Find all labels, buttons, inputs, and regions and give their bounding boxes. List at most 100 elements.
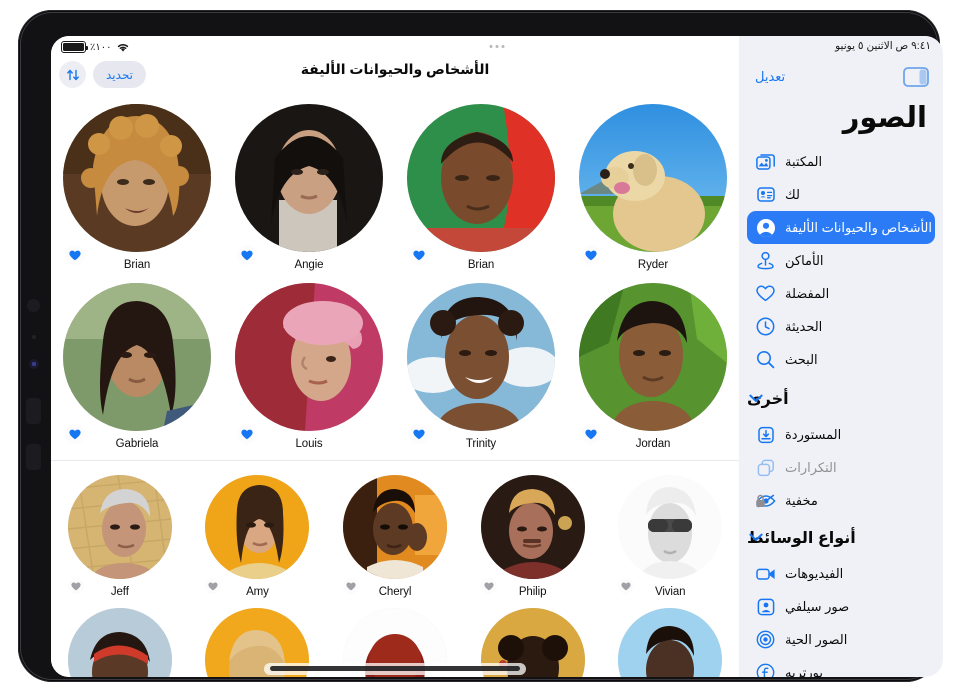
grid-section-others: Vivian Philip Cheryl Amy Jeff <box>51 460 739 677</box>
import-tray-icon <box>755 424 776 445</box>
person-cell[interactable]: Vivian <box>618 475 723 598</box>
favorite-heart-badge[interactable] <box>343 578 360 594</box>
chevron-down-icon[interactable] <box>749 529 763 547</box>
person-cell[interactable]: Cheryl <box>343 475 448 598</box>
heart-outline-icon <box>621 581 631 590</box>
sidebar-section-other[interactable]: أخرى <box>739 380 943 418</box>
sidebar-item-recents[interactable]: الحديثة <box>747 310 935 343</box>
person-cell[interactable]: Gabriela <box>63 283 211 450</box>
chevron-down-icon[interactable] <box>749 390 763 408</box>
avatar <box>407 283 555 431</box>
heart-filled-icon <box>241 429 253 439</box>
favorite-heart-badge[interactable] <box>409 424 429 444</box>
page-heading: الصور <box>842 102 928 134</box>
sidebar-item-videos[interactable]: الفيديوهات <box>747 557 935 590</box>
map-pin-icon <box>755 250 776 271</box>
sidebar-item-label: التكرارات <box>785 459 837 475</box>
sidebar-item-search[interactable]: البحث <box>747 343 935 376</box>
sidebar-item-label: المستوردة <box>785 426 842 442</box>
sidebar-section-title: أنواع الوسائط <box>747 530 856 547</box>
photos-library-icon <box>755 151 776 172</box>
volume-down-button[interactable] <box>26 444 41 470</box>
sidebar-section-media-types[interactable]: أنواع الوسائط <box>739 519 943 557</box>
sidebar-item-favorites[interactable]: المفضلة <box>747 277 935 310</box>
sidebar-toggle-icon[interactable] <box>903 66 929 88</box>
avatar <box>407 104 555 252</box>
sidebar-item-label: الفيديوهات <box>785 565 844 581</box>
avatar <box>63 104 211 252</box>
favorite-heart-badge[interactable] <box>65 424 85 444</box>
person-name: Jordan <box>635 438 671 450</box>
person-cell[interactable]: Trinity <box>407 283 555 450</box>
favorite-heart-badge[interactable] <box>581 245 601 265</box>
person-cell[interactable]: Angie <box>235 104 383 271</box>
person-cell[interactable]: Louis <box>235 283 383 450</box>
avatar <box>579 104 727 252</box>
sidebar-item-library[interactable]: المكتبة <box>747 145 935 178</box>
sidebar-item-imported[interactable]: المستوردة <box>747 418 935 451</box>
heart-outline-icon <box>208 581 219 590</box>
favorite-heart-badge[interactable] <box>65 245 85 265</box>
person-cell[interactable]: Brian <box>407 104 555 271</box>
avatar <box>205 475 310 579</box>
avatar <box>480 475 585 579</box>
edit-button[interactable]: تعديل <box>755 69 785 85</box>
page-title: الأشخاص والحيوانات الأليفة <box>300 61 490 77</box>
duplicate-squares-icon <box>755 457 776 478</box>
sidebar-item-label: المكتبة <box>785 153 823 169</box>
avatar <box>67 608 172 677</box>
microphone <box>32 335 36 339</box>
ipad-screen: ٪١٠٠ ٩:٤١ ص الاثنين ٥ يونيو تحديد الأشخا… <box>51 36 943 677</box>
sidebar-item-for-you[interactable]: لك <box>747 178 935 211</box>
person-cell[interactable]: Ryder <box>579 104 727 271</box>
person-name: Trinity <box>465 438 497 450</box>
main-toolbar: تحديد الأشخاص والحيوانات الأليفة <box>51 36 739 92</box>
sidebar-item-hidden[interactable]: مخفية <box>747 484 935 517</box>
sidebar-item-label: الأشخاص والحيوانات الأليفة <box>785 219 932 235</box>
main-content-area: تحديد الأشخاص والحيوانات الأليفة Ryder B… <box>51 36 739 677</box>
favorite-heart-badge[interactable] <box>480 578 497 594</box>
person-cell[interactable] <box>618 608 723 677</box>
person-name: Gabriela <box>115 438 159 450</box>
favorite-heart-badge[interactable] <box>67 578 84 594</box>
person-name: Louis <box>295 438 323 450</box>
favorite-heart-badge[interactable] <box>205 578 222 594</box>
sidebar-item-places[interactable]: الأماكن <box>747 244 935 277</box>
camera-indicator-light <box>29 359 39 369</box>
person-name: Brian <box>467 259 495 271</box>
heart-outline-icon <box>755 283 776 304</box>
sidebar-item-people-and-pets[interactable]: الأشخاص والحيوانات الأليفة <box>747 211 935 244</box>
people-grid-scroll[interactable]: Ryder Brian Angie Brian Jordan Trinity L… <box>51 92 739 677</box>
person-name: Amy <box>246 586 269 598</box>
favorite-heart-badge[interactable] <box>237 245 257 265</box>
sidebar-item-duplicates[interactable]: التكرارات <box>747 451 935 484</box>
person-cell[interactable]: Brian <box>63 104 211 271</box>
sidebar-item-label: المفضلة <box>785 285 830 301</box>
person-cell[interactable]: Philip <box>480 475 585 598</box>
heart-filled-icon <box>413 429 425 439</box>
favorite-heart-badge[interactable] <box>618 578 635 594</box>
person-cell[interactable] <box>67 608 172 677</box>
favorite-heart-badge[interactable] <box>409 245 429 265</box>
person-cell[interactable]: Jordan <box>579 283 727 450</box>
home-indicator[interactable] <box>270 666 520 671</box>
sidebar-item-label: الأماكن <box>785 252 824 268</box>
person-circle-icon <box>755 217 776 238</box>
sidebar: تعديل الصور المكتبة لك الأشخاص والحيوانا… <box>739 36 943 677</box>
lock-icon <box>755 494 766 508</box>
person-name: Vivian <box>654 586 686 598</box>
person-cell[interactable]: Jeff <box>67 475 172 598</box>
favorite-heart-badge[interactable] <box>237 424 257 444</box>
sidebar-item-live-photos[interactable]: الصور الحية <box>747 623 935 656</box>
sidebar-item-selfies[interactable]: صور سيلفي <box>747 590 935 623</box>
heart-filled-icon <box>69 250 81 260</box>
live-photo-icon <box>755 629 776 650</box>
heart-outline-icon <box>346 581 356 590</box>
sidebar-item-portrait[interactable]: بورتريه <box>747 656 935 677</box>
avatar <box>618 608 723 677</box>
person-cell[interactable]: Amy <box>205 475 310 598</box>
volume-up-button[interactable] <box>26 398 41 424</box>
sidebar-header: تعديل <box>739 36 943 98</box>
heart-filled-icon <box>585 429 597 439</box>
favorite-heart-badge[interactable] <box>581 424 601 444</box>
